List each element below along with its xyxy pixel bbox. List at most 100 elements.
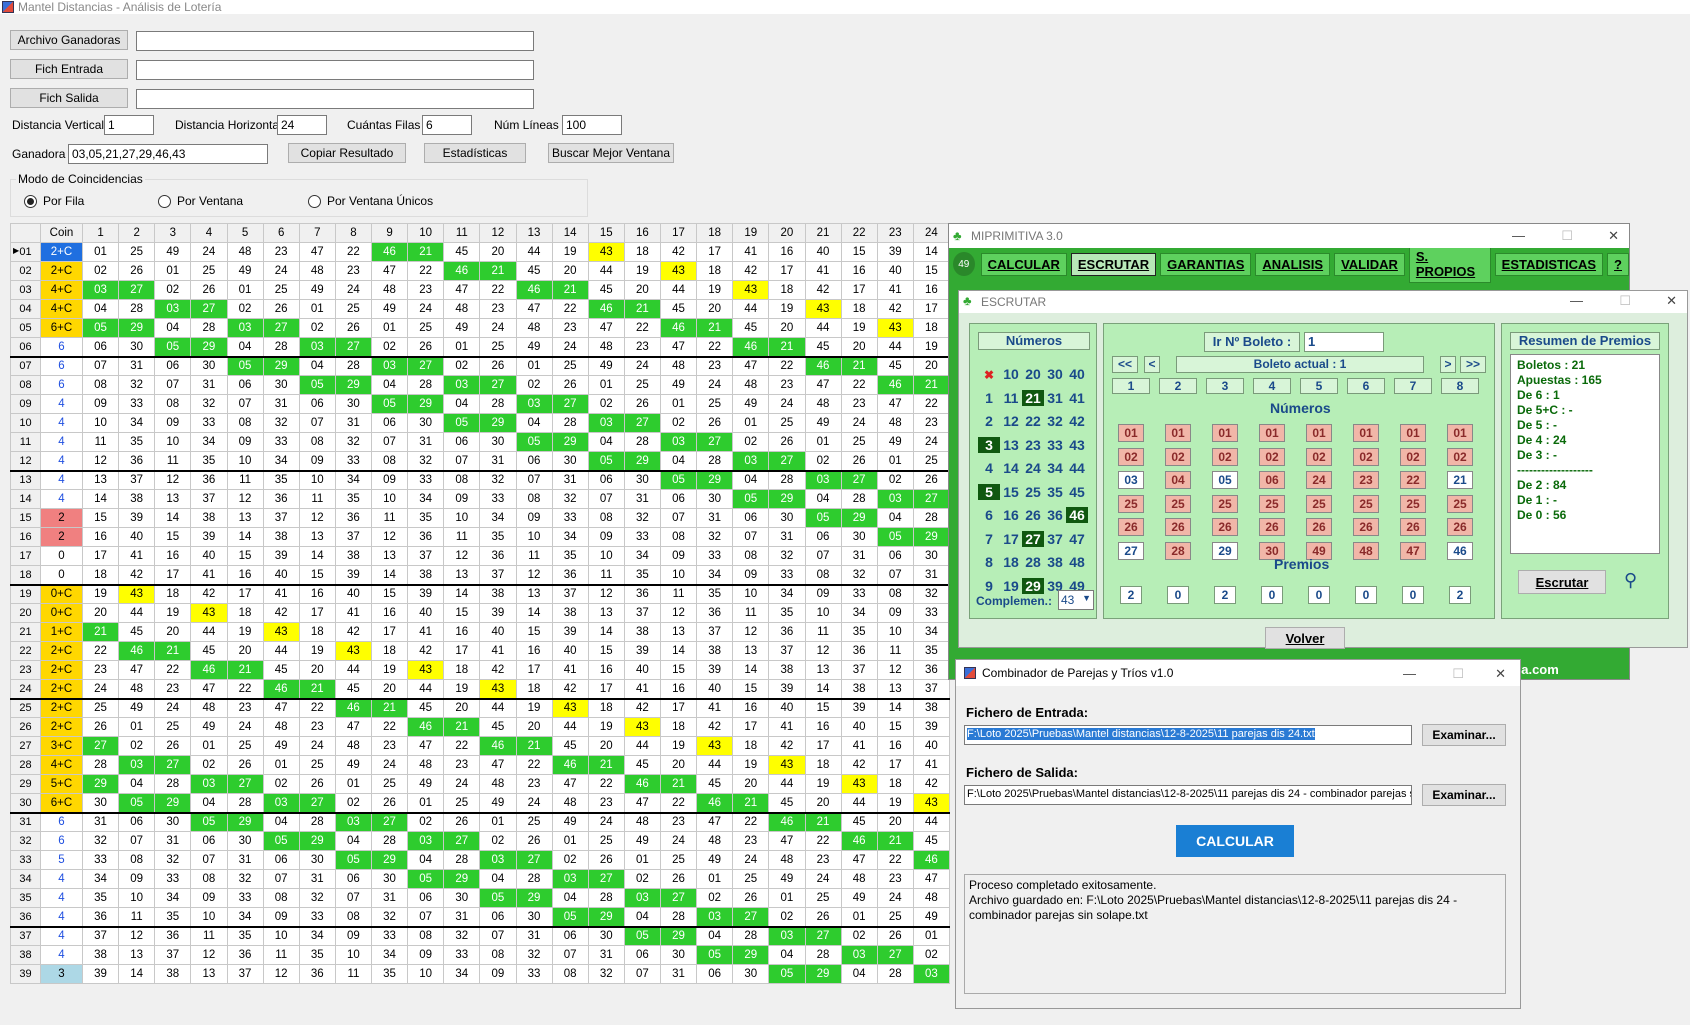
row-header[interactable]: 33 <box>10 850 41 870</box>
table-row[interactable]: 31 6 31 06 30 05 29 04 28 03 27 02 26 01 25 49 24 48 23 47 2… <box>10 811 951 832</box>
column-header[interactable]: 16 <box>623 223 662 243</box>
column-header[interactable]: 3 <box>154 223 192 243</box>
first-button[interactable]: << <box>1112 356 1138 373</box>
number-button[interactable]: 29 <box>1022 577 1044 594</box>
row-header[interactable]: 31 <box>10 811 41 832</box>
table-row[interactable]: 20 0+C 20 44 19 43 18 42 17 41 16 40 15 39 14 38 13 37 12 3… <box>10 603 951 623</box>
number-button[interactable]: 30 <box>1044 366 1066 382</box>
number-button[interactable]: 43 <box>1066 437 1088 453</box>
table-row[interactable]: 28 4+C 28 03 27 02 26 01 25 49 24 48 23 47 22 46 21 45 20 4… <box>10 755 951 775</box>
table-row[interactable]: 11 4 11 35 10 34 09 33 08 32 07 31 06 30 05 29 04 28 03 27 0… <box>10 432 951 452</box>
menu-analisis[interactable]: ANALISIS <box>1255 252 1331 276</box>
menu-estadisticas[interactable]: ESTADISTICAS <box>1494 252 1604 276</box>
table-row[interactable]: 05 6+C 05 29 04 28 03 27 02 26 01 25 49 24 48 23 47 22 46 2… <box>10 318 951 338</box>
row-header[interactable]: 39 <box>10 964 41 984</box>
prev-button[interactable]: < <box>1144 356 1160 373</box>
table-row[interactable]: 15 2 15 39 14 38 13 37 12 36 11 35 10 34 09 33 08 32 07 31 0… <box>10 508 951 528</box>
next-button[interactable]: > <box>1440 356 1456 373</box>
row-header[interactable]: 29 <box>10 774 41 794</box>
distancia-vertical-input[interactable]: 1 <box>104 115 154 135</box>
results-grid[interactable]: Coin 1 2 3 4 5 6 7 8 9 10 11 12 13 14 15 16 17 18 19 20 21 22 2… <box>10 223 951 984</box>
number-button[interactable]: 31 <box>1044 390 1066 406</box>
number-button[interactable]: 38 <box>1044 554 1066 570</box>
row-header[interactable]: 25 <box>10 697 41 718</box>
column-header[interactable]: 10 <box>407 223 445 243</box>
number-button[interactable]: 46 <box>1066 507 1088 523</box>
table-row[interactable]: 13 4 13 37 12 36 11 35 10 34 09 33 08 32 07 31 06 30 05 29 0… <box>10 469 951 490</box>
number-button[interactable]: 8 <box>978 554 1000 570</box>
number-button[interactable]: 45 <box>1066 484 1088 500</box>
menu-garantias[interactable]: GARANTIAS <box>1160 252 1252 276</box>
row-header[interactable]: 09 <box>10 394 41 414</box>
table-row[interactable]: 16 2 16 40 15 39 14 38 13 37 12 36 11 35 10 34 09 33 08 32 0… <box>10 527 951 547</box>
number-button[interactable]: 47 <box>1066 531 1088 547</box>
table-row[interactable]: 03 4+C 03 27 02 26 01 25 49 24 48 23 47 22 46 21 45 20 44 1… <box>10 280 951 300</box>
distancia-horizontal-input[interactable]: 24 <box>277 115 327 135</box>
number-selector[interactable]: ✖ 10 20 30 40 1 11 21 31 41 2 12 22 32 42 3 13 23 33 43 4 14 2… <box>978 366 1094 601</box>
row-header[interactable]: 19 <box>10 583 41 604</box>
column-header[interactable]: Coin <box>40 223 83 243</box>
table-row[interactable]: 29 5+C 29 04 28 03 27 02 26 01 25 49 24 48 23 47 22 46 21 4… <box>10 774 951 794</box>
column-header[interactable]: 7 <box>298 223 336 243</box>
fich-salida-field[interactable] <box>136 89 534 109</box>
row-header[interactable]: 03 <box>10 280 41 300</box>
table-row[interactable]: 012+C01254924482347224621452044194318421… <box>10 242 951 262</box>
fich-salida-button[interactable]: Fich Salida <box>10 88 128 108</box>
row-header[interactable]: 30 <box>10 793 41 813</box>
column-header[interactable]: 18 <box>696 223 734 243</box>
number-button[interactable]: 1 <box>978 390 1000 406</box>
number-button[interactable]: 11 <box>1000 390 1022 406</box>
row-header[interactable]: 06 <box>10 337 41 357</box>
column-button[interactable]: 5 <box>1300 378 1338 394</box>
examinar-entrada-button[interactable]: Examinar... <box>1422 724 1506 746</box>
number-button[interactable]: 6 <box>978 507 1000 523</box>
number-button[interactable]: 9 <box>978 578 1000 594</box>
number-button[interactable]: 19 <box>1000 578 1022 594</box>
table-row[interactable]: 23 2+C 23 47 22 46 21 45 20 44 19 43 18 42 17 41 16 40 15 3… <box>10 660 951 680</box>
column-button[interactable]: 1 <box>1112 378 1150 394</box>
column-header[interactable]: 11 <box>443 223 481 243</box>
column-header[interactable]: 20 <box>768 223 806 243</box>
table-row[interactable]: 30 6+C 30 05 29 04 28 03 27 02 26 01 25 49 24 48 23 47 22 4… <box>10 793 951 813</box>
table-row[interactable]: 18 0 18 42 17 41 16 40 15 39 14 38 13 37 12 36 11 35 10 34 0… <box>10 565 951 585</box>
radio-por-ventana-unicos[interactable]: Por Ventana Únicos <box>308 194 433 208</box>
column-header[interactable]: 6 <box>262 223 300 243</box>
salida-input[interactable]: F:\Loto 2025\Pruebas\Mantel distancias\1… <box>964 785 1412 805</box>
number-button[interactable]: 16 <box>1000 507 1022 523</box>
column-button[interactable]: 2 <box>1159 378 1197 394</box>
column-button[interactable]: 4 <box>1253 378 1291 394</box>
menu-calcular[interactable]: CALCULAR <box>980 252 1067 276</box>
cuantas-filas-input[interactable]: 6 <box>422 115 472 135</box>
table-row[interactable]: 19 0+C 19 43 18 42 17 41 16 40 15 39 14 38 13 37 12 36 11 3… <box>10 583 951 604</box>
number-button[interactable]: 13 <box>1000 437 1022 453</box>
column-header[interactable]: 19 <box>732 223 770 243</box>
row-header[interactable]: 21 <box>10 622 41 642</box>
row-header[interactable]: 32 <box>10 831 41 851</box>
row-header[interactable]: 37 <box>10 925 41 946</box>
complemen-select[interactable]: 43 ▼ <box>1058 590 1094 610</box>
table-row[interactable]: 12 4 12 36 11 35 10 34 09 33 08 32 07 31 06 30 05 29 04 28 0… <box>10 451 951 471</box>
number-button[interactable]: 27 <box>1022 530 1044 547</box>
row-header[interactable]: 13 <box>10 469 41 490</box>
number-button[interactable]: 42 <box>1066 413 1088 429</box>
row-header[interactable]: 12 <box>10 451 41 471</box>
number-button[interactable]: 34 <box>1044 460 1066 476</box>
minimize-icon[interactable]: — <box>1570 293 1583 308</box>
examinar-salida-button[interactable]: Examinar... <box>1422 784 1506 806</box>
table-row[interactable]: 08 6 08 32 07 31 06 30 05 29 04 28 03 27 02 26 01 25 49 24 4… <box>10 375 951 395</box>
volver-button[interactable]: Volver <box>1265 627 1345 649</box>
entrada-input[interactable]: F:\Loto 2025\Pruebas\Mantel distancias\1… <box>964 725 1412 745</box>
row-header[interactable]: 16 <box>10 527 41 547</box>
column-header[interactable]: 4 <box>190 223 228 243</box>
menu-escrutar[interactable]: ESCRUTAR <box>1070 252 1157 276</box>
table-row[interactable]: 32 6 32 07 31 06 30 05 29 04 28 03 27 02 26 01 25 49 24 48 2… <box>10 831 951 851</box>
number-button[interactable]: 36 <box>1044 507 1066 523</box>
fich-entrada-field[interactable] <box>136 60 534 80</box>
column-header[interactable]: 15 <box>587 223 625 243</box>
number-button[interactable]: 10 <box>1000 366 1022 382</box>
column-header[interactable]: 17 <box>659 223 698 243</box>
escrutar-button[interactable]: Escrutar <box>1518 570 1606 594</box>
table-row[interactable]: 04 4+C 04 28 03 27 02 26 01 25 49 24 48 23 47 22 46 21 45 2… <box>10 299 951 319</box>
row-header[interactable]: 22 <box>10 641 41 661</box>
table-row[interactable]: 38 4 38 13 37 12 36 11 35 10 34 09 33 08 32 07 31 06 30 05 2… <box>10 945 951 965</box>
